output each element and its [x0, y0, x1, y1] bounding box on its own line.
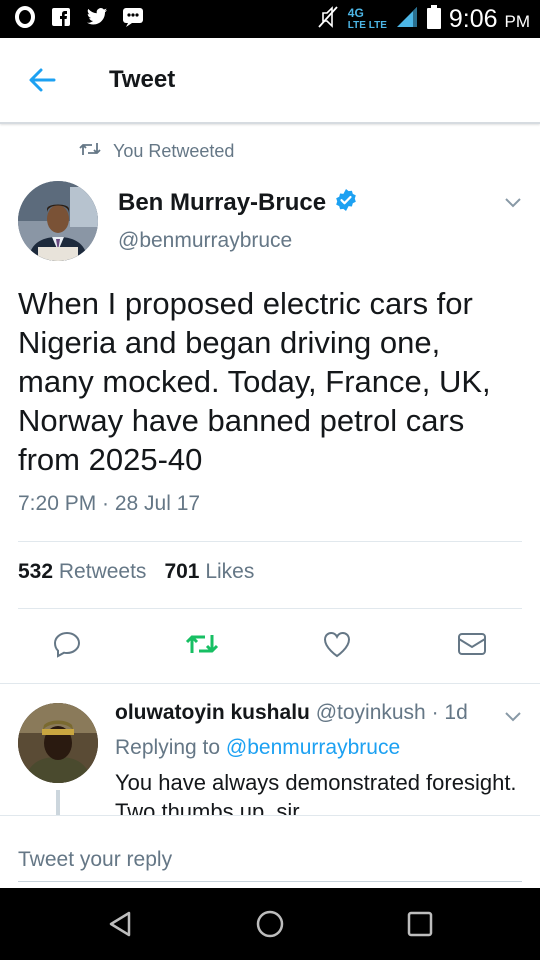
verified-badge-icon — [334, 188, 358, 217]
tweet-timestamp: 7:20 PM · 28 Jul 17 — [18, 492, 201, 515]
nav-home-icon[interactable] — [254, 908, 286, 940]
clock: 9:06 PM — [449, 5, 530, 34]
engagement-counts: 532 Retweets 701 Likes — [18, 560, 254, 584]
reply-author-name[interactable]: oluwatoyin kushalu — [115, 701, 310, 724]
like-heart-icon[interactable] — [319, 626, 355, 662]
author-handle[interactable]: @benmurraybruce — [118, 229, 292, 253]
replying-prefix: Replying to — [115, 736, 221, 759]
reply-text: You have always demonstrated foresight. … — [115, 770, 517, 816]
opera-icon — [14, 6, 36, 28]
back-arrow-icon[interactable] — [26, 64, 58, 96]
system-status: 4G LTE LTE 9:06 PM — [316, 4, 530, 35]
section-divider — [0, 683, 540, 684]
nav-back-icon[interactable] — [104, 908, 136, 940]
signal-icon — [395, 5, 419, 34]
retweet-icon[interactable] — [184, 626, 220, 662]
clock-ampm: PM — [504, 12, 531, 31]
divider — [18, 541, 522, 542]
clock-time: 9:06 — [448, 5, 498, 33]
reply-avatar[interactable] — [18, 703, 98, 783]
status-bar: 4G LTE LTE 9:06 PM — [0, 0, 540, 38]
replying-to: Replying to @benmurraybruce — [115, 736, 400, 760]
page-title: Tweet — [109, 66, 176, 93]
reply-input[interactable] — [18, 838, 522, 882]
direct-message-icon[interactable] — [454, 626, 490, 662]
retweets-number: 532 — [18, 560, 54, 583]
reply-meta: @toyinkush · 1d — [315, 701, 468, 724]
mute-icon — [316, 4, 340, 35]
avatar[interactable] — [18, 181, 98, 261]
facebook-icon — [50, 6, 72, 28]
system-nav-bar — [0, 888, 540, 960]
reply-text-container: You have always demonstrated foresight. … — [115, 768, 525, 816]
retweets-label: Retweets — [58, 560, 147, 583]
retweet-small-icon — [79, 141, 101, 162]
replying-mention-link[interactable]: @benmurraybruce — [226, 736, 400, 759]
reply-icon[interactable] — [49, 626, 85, 662]
bbm-icon — [122, 6, 144, 28]
chevron-down-icon[interactable] — [504, 196, 522, 208]
battery-icon — [426, 5, 441, 34]
divider — [18, 608, 522, 609]
network-sub-label: LTE LTE — [347, 20, 387, 31]
nav-recents-icon[interactable] — [404, 908, 436, 940]
chevron-down-icon[interactable] — [504, 710, 522, 722]
reply-composer — [0, 815, 540, 888]
tweet-text: When I proposed electric cars for Nigeri… — [18, 286, 491, 477]
author-name-row[interactable]: Ben Murray-Bruce — [118, 188, 358, 217]
reply-header[interactable]: oluwatoyin kushalu @toyinkush · 1d — [115, 701, 468, 725]
app-bar: Tweet — [0, 38, 540, 124]
retweets-count[interactable]: 532 Retweets — [18, 560, 146, 584]
retweeted-label: You Retweeted — [113, 141, 235, 161]
tweet-actions — [0, 626, 540, 666]
notification-icons — [14, 6, 144, 28]
twitter-icon — [86, 6, 108, 28]
retweeted-indicator: You Retweeted — [79, 141, 234, 162]
likes-number: 701 — [164, 560, 200, 583]
likes-count[interactable]: 701 Likes — [164, 560, 254, 584]
network-label: 4G — [347, 6, 364, 20]
likes-label: Likes — [205, 560, 255, 583]
network-type: 4G LTE LTE — [347, 6, 387, 31]
author-name[interactable]: Ben Murray-Bruce — [118, 189, 326, 217]
